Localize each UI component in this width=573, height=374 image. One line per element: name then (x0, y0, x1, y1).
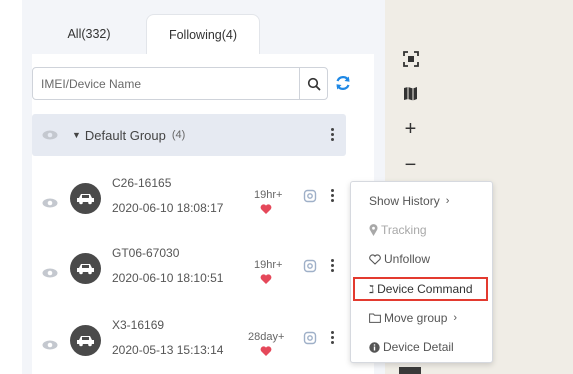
menu-move-group[interactable]: Move group › (351, 306, 494, 330)
menu-device-detail-label: Device Detail (383, 340, 454, 354)
group-more-icon[interactable] (330, 128, 334, 143)
eye-icon[interactable] (42, 340, 58, 350)
refresh-icon[interactable] (333, 73, 353, 93)
device-time: 2020-06-10 18:10:51 (112, 271, 224, 285)
folder-icon (369, 313, 381, 323)
heart-icon[interactable] (260, 203, 272, 215)
locate-icon (402, 50, 419, 67)
eye-icon[interactable] (42, 130, 58, 140)
zoom-in-icon: + (404, 118, 417, 140)
search-icon (307, 77, 320, 90)
eye-icon[interactable] (42, 198, 58, 208)
device-row[interactable]: C26-16165 2020-06-10 18:08:17 19hr+ (32, 176, 346, 236)
device-more-icon[interactable] (330, 331, 334, 346)
zoom-out-button[interactable]: − (398, 153, 423, 178)
zoom-in-button[interactable]: + (398, 117, 423, 142)
tab-all-label: All(332) (67, 27, 111, 41)
locate-button[interactable] (398, 46, 423, 71)
target-icon[interactable] (303, 331, 317, 345)
device-name: X3-16169 (112, 318, 165, 332)
search-input[interactable] (32, 67, 328, 100)
target-icon[interactable] (303, 189, 317, 203)
device-more-icon[interactable] (330, 259, 334, 274)
car-icon (70, 325, 101, 356)
device-time: 2020-06-10 18:08:17 (112, 201, 224, 215)
menu-move-group-label: Move group (384, 311, 448, 325)
caret-down-icon[interactable]: ▼ (72, 130, 81, 140)
device-duration: 19hr+ (254, 189, 283, 201)
menu-device-command[interactable]: ℷ Device Command (353, 277, 488, 301)
map-control-edge (399, 367, 421, 374)
menu-device-detail[interactable]: Device Detail (351, 335, 494, 359)
device-more-icon[interactable] (330, 189, 334, 204)
layers-icon (404, 87, 417, 101)
chevron-right-icon: › (453, 312, 458, 324)
heart-icon[interactable] (260, 345, 272, 357)
device-name: C26-16165 (112, 176, 172, 190)
menu-tracking-label: Tracking (381, 223, 427, 237)
group-header[interactable]: ▼ Default Group (4) (32, 114, 346, 156)
tab-following-label: Following(4) (168, 27, 238, 42)
menu-tracking[interactable]: Tracking (351, 218, 494, 242)
menu-unfollow-label: Unfollow (384, 252, 431, 266)
group-count: (4) (171, 129, 186, 141)
device-duration: 19hr+ (254, 259, 283, 271)
map-pin-icon (369, 224, 378, 236)
eye-icon[interactable] (42, 268, 58, 278)
command-icon: ℷ (369, 283, 375, 296)
tab-following[interactable]: Following(4) (146, 14, 260, 54)
tab-all[interactable]: All(332) (32, 14, 146, 54)
target-icon[interactable] (303, 259, 317, 273)
menu-show-history-label: Show History (369, 194, 440, 208)
search-button[interactable] (299, 68, 327, 99)
menu-unfollow[interactable]: Unfollow (351, 247, 494, 271)
device-time: 2020-05-13 15:13:14 (112, 343, 224, 357)
device-context-menu: Show History › Tracking Unfollow ℷ Devic… (350, 181, 493, 363)
group-name: Default Group (84, 127, 166, 143)
device-duration: 28day+ (248, 331, 285, 343)
menu-show-history[interactable]: Show History › (351, 189, 494, 213)
info-icon (369, 341, 380, 353)
car-icon (70, 183, 101, 214)
map-layers-button[interactable] (398, 81, 423, 106)
device-row[interactable]: GT06-67030 2020-06-10 18:10:51 19hr+ (32, 246, 346, 306)
car-icon (70, 253, 101, 284)
heart-outline-icon (369, 253, 381, 265)
chevron-right-icon: › (445, 195, 450, 207)
menu-device-command-label: Device Command (377, 282, 473, 296)
device-row[interactable]: X3-16169 2020-05-13 15:13:14 28day+ (32, 318, 346, 374)
heart-icon[interactable] (260, 273, 272, 285)
device-name: GT06-67030 (112, 246, 180, 260)
zoom-out-icon: − (404, 154, 417, 176)
